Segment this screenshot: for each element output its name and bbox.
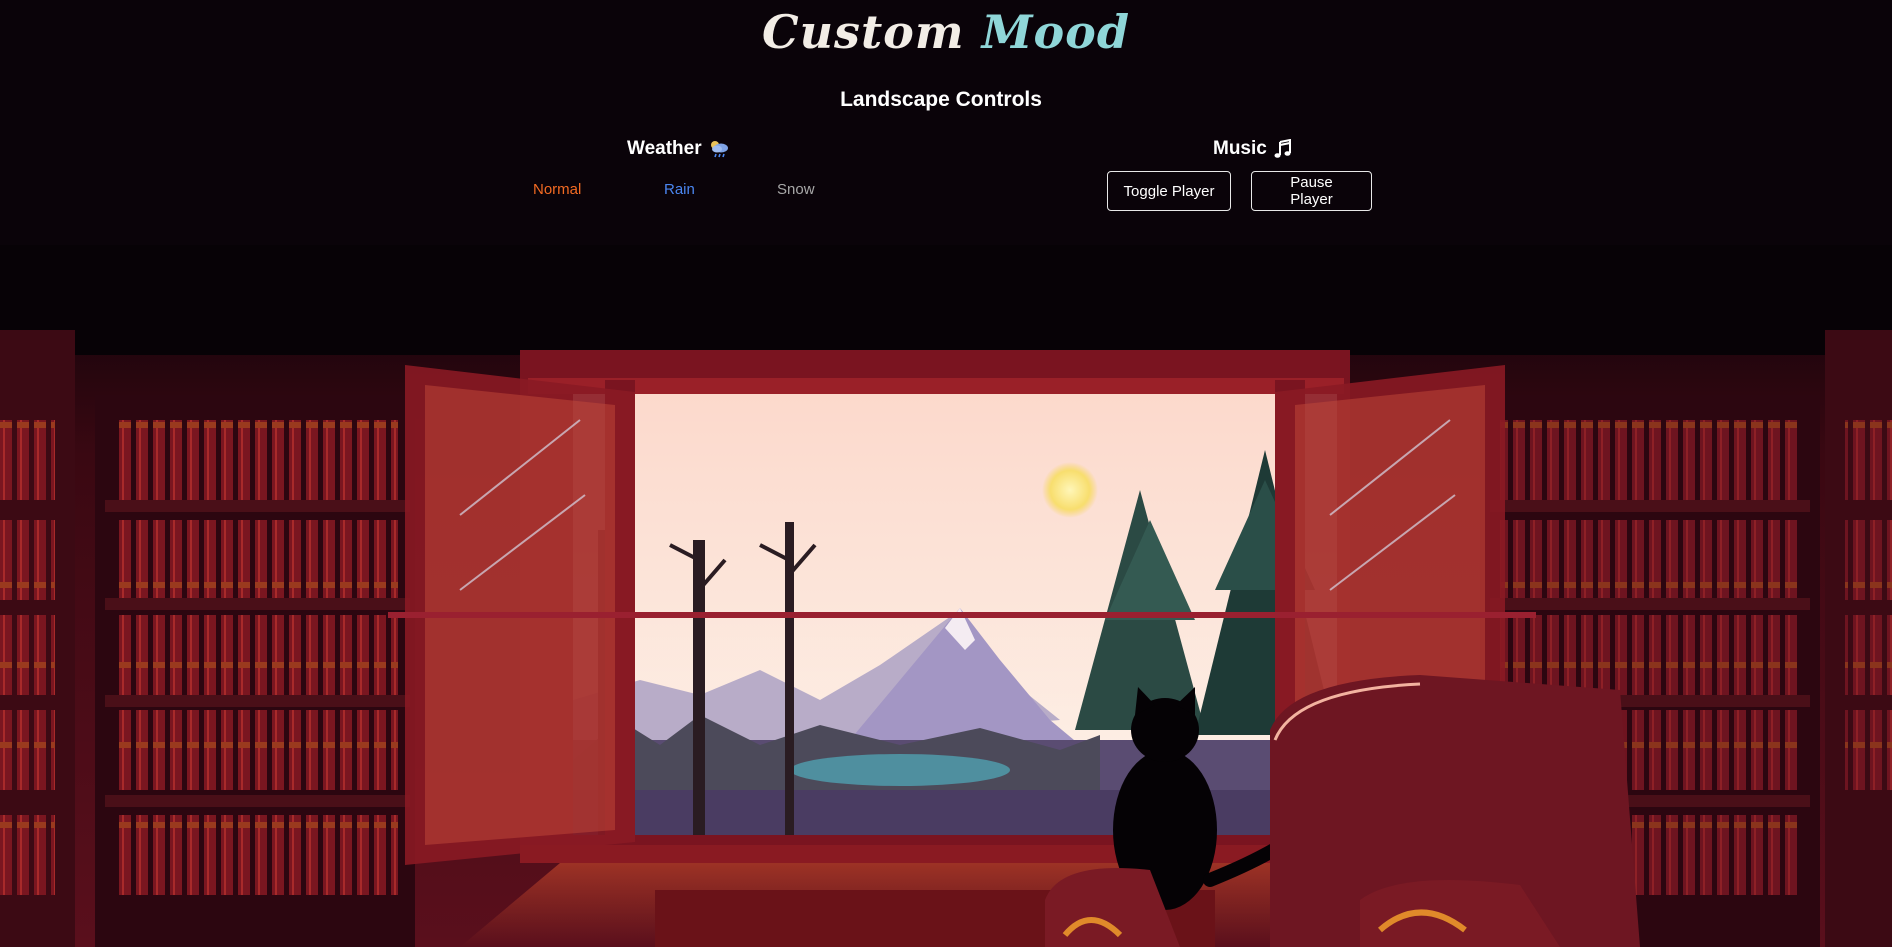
toggle-player-button[interactable]: Toggle Player	[1107, 171, 1231, 211]
logo-word-mood: Mood	[981, 5, 1131, 59]
weather-snow-button[interactable]: Snow	[777, 181, 815, 198]
weather-rain-button[interactable]: Rain	[664, 181, 695, 198]
logo-word-custom: Custom	[761, 5, 965, 59]
weather-normal-button[interactable]: Normal	[533, 181, 581, 198]
music-label: Music	[1213, 138, 1267, 159]
pause-player-button[interactable]: Pause Player	[1251, 171, 1372, 211]
rain-cloud-icon	[708, 139, 730, 159]
weather-heading: Weather	[627, 138, 730, 160]
landscape-scene	[0, 245, 1892, 947]
library-window-illustration	[0, 245, 1892, 947]
sun-icon	[1042, 462, 1098, 518]
music-note-icon	[1273, 139, 1293, 159]
music-heading: Music	[1213, 138, 1293, 160]
app-logo: Custom Mood	[0, 2, 1892, 62]
weather-label: Weather	[627, 138, 702, 159]
left-bookshelf	[0, 330, 415, 947]
landscape-controls-title: Landscape Controls	[840, 88, 1042, 111]
header-bar: Custom Mood Landscape Controls Weather N…	[0, 0, 1892, 245]
